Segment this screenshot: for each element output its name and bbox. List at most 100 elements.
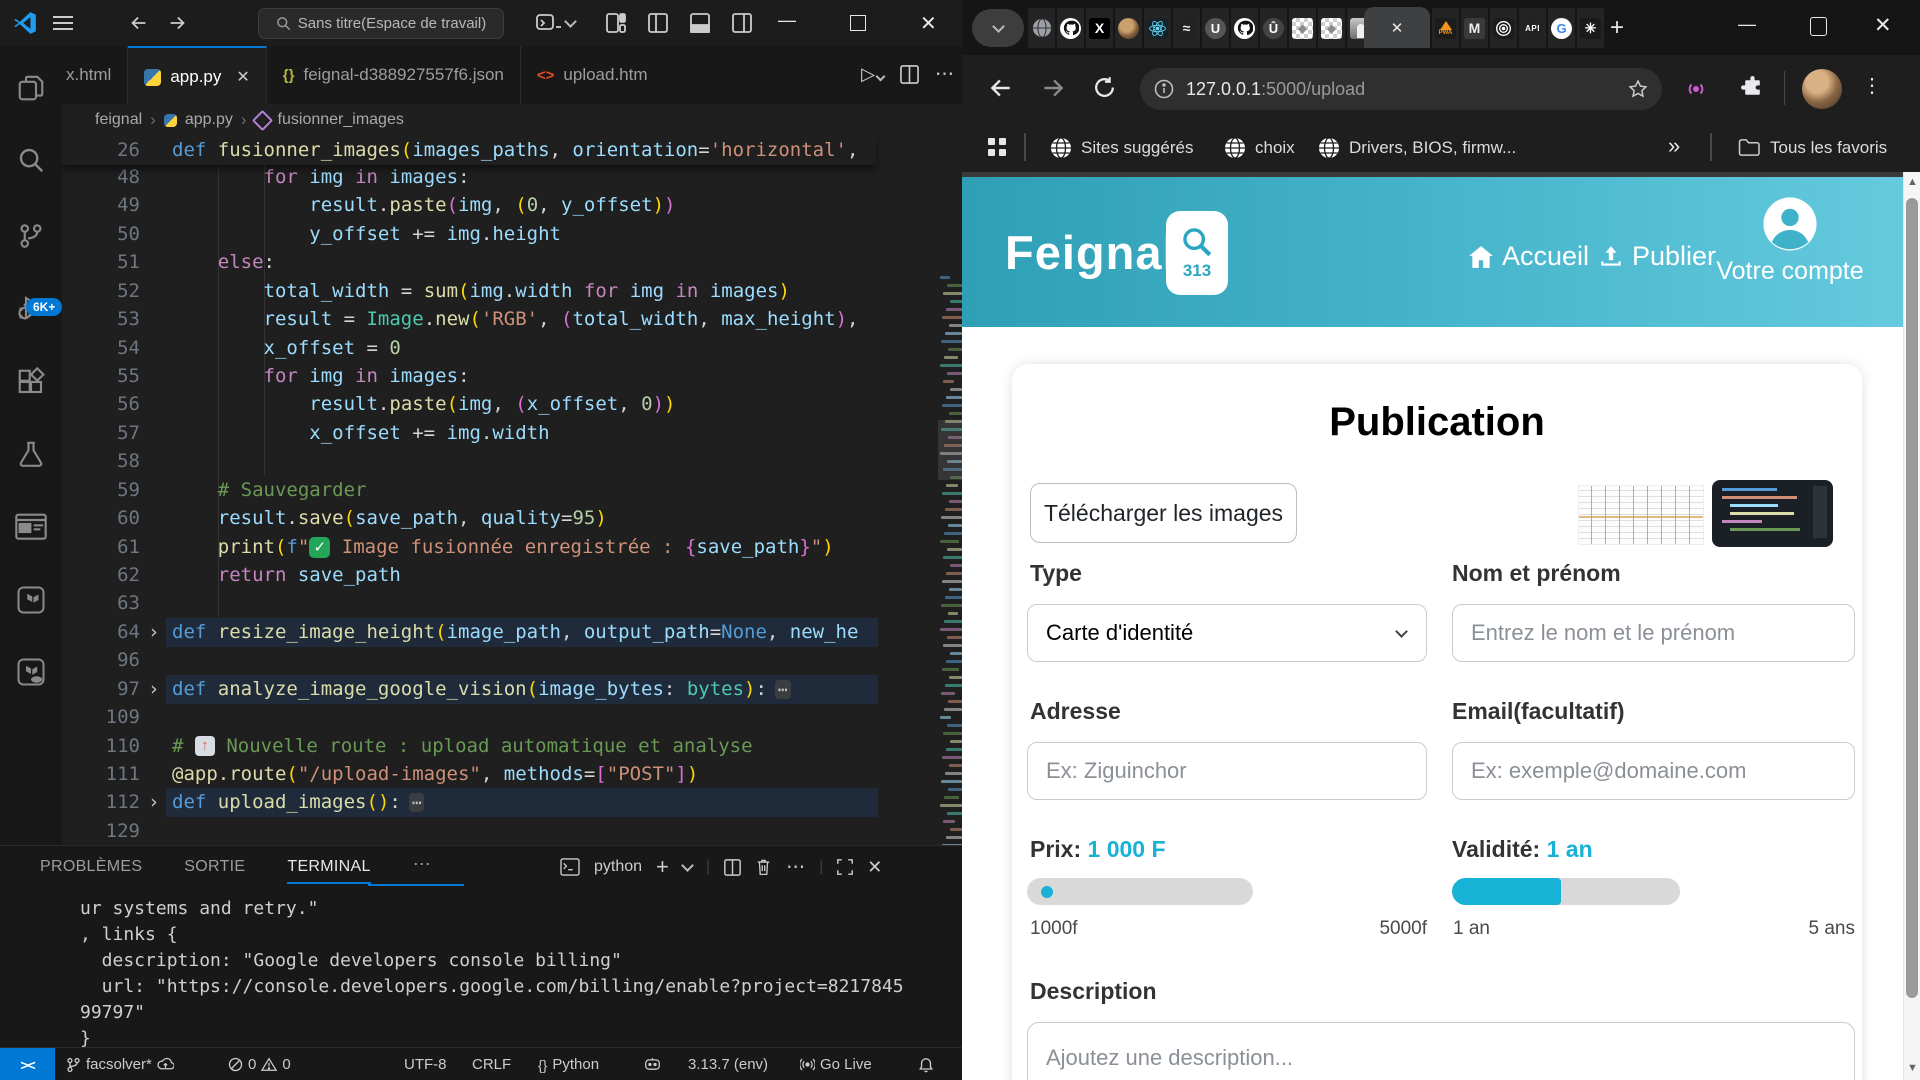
price-slider[interactable]: [1027, 878, 1253, 905]
split-editor-icon[interactable]: [900, 65, 919, 84]
new-tab-button[interactable]: +: [1610, 14, 1624, 42]
minimap[interactable]: [938, 272, 962, 845]
code-line-51[interactable]: 51 else:: [62, 248, 876, 277]
menu-hamburger-icon[interactable]: [52, 13, 74, 33]
validity-slider[interactable]: [1452, 878, 1680, 905]
code-line-53[interactable]: 53 result = Image.new('RGB', (total_widt…: [62, 305, 876, 334]
breadcrumb[interactable]: feignal › app.py › fusionner_images: [62, 104, 962, 136]
panel-more-tabs-icon[interactable]: ⋯: [413, 854, 431, 884]
code-line-60[interactable]: 60 result.save(save_path, quality=95): [62, 504, 876, 533]
extensions-icon[interactable]: [0, 358, 62, 406]
back-icon[interactable]: [988, 75, 1014, 101]
search-icon[interactable]: [0, 136, 62, 184]
tab-html-file[interactable]: x.html: [62, 46, 128, 104]
browser-menu-icon[interactable]: ⋮: [1862, 73, 1882, 98]
site-info-icon[interactable]: [1154, 79, 1174, 99]
explorer-icon[interactable]: [0, 64, 62, 112]
minimap-slider[interactable]: [938, 420, 962, 480]
encoding-status[interactable]: UTF-8: [404, 1048, 447, 1080]
window-close-button[interactable]: ✕: [1874, 13, 1892, 38]
window-maximize-button[interactable]: [850, 15, 866, 31]
history-back-icon[interactable]: [128, 12, 150, 34]
fold-chevron-icon[interactable]: ›: [148, 788, 159, 817]
problems-status[interactable]: 0 0: [228, 1048, 291, 1080]
m-favicon[interactable]: M: [1461, 8, 1488, 48]
name-input[interactable]: Entrez le nom et le prénom: [1452, 604, 1855, 662]
tab-search-button[interactable]: [972, 9, 1024, 47]
account-widget[interactable]: Votre compte: [1710, 195, 1870, 286]
eol-status[interactable]: CRLF: [472, 1048, 511, 1080]
code-line-55[interactable]: 55 for img in images:: [62, 362, 876, 391]
tab-close-icon[interactable]: ✕: [1391, 19, 1404, 37]
remote-indicator[interactable]: ><: [0, 1048, 55, 1080]
broadcast-extension-icon[interactable]: [1684, 77, 1708, 101]
language-status[interactable]: {} Python: [538, 1048, 599, 1080]
x-favicon[interactable]: X: [1086, 8, 1113, 48]
bookmark-sites-suggeres[interactable]: Sites suggérés: [1050, 123, 1193, 172]
all-bookmarks-folder[interactable]: Tous les favoris: [1738, 123, 1887, 172]
tab-problems[interactable]: PROBLÈMES: [40, 858, 142, 884]
site-brand[interactable]: Feignal: [1005, 225, 1177, 280]
copilot-icon[interactable]: [536, 12, 575, 34]
tab-output[interactable]: SORTIE: [184, 858, 245, 884]
window-minimize-button[interactable]: —: [778, 10, 796, 31]
globe-favicon[interactable]: [1028, 8, 1055, 48]
forward-icon[interactable]: [1040, 75, 1066, 101]
code-editor[interactable]: 48 for img in images:49 result.paste(img…: [62, 136, 962, 845]
code-line-129[interactable]: 129: [62, 817, 876, 845]
checker-favicon-2[interactable]: ◆: [1318, 8, 1345, 48]
notifications-bell-icon[interactable]: [918, 1048, 934, 1080]
fold-chevron-icon[interactable]: ›: [148, 618, 159, 647]
apps-grid-icon[interactable]: [986, 136, 1008, 158]
address-input[interactable]: Ex: Ziguinchor: [1027, 742, 1427, 800]
maximize-panel-icon[interactable]: [837, 859, 853, 875]
react-favicon[interactable]: [1144, 8, 1171, 48]
testing-flask-icon[interactable]: [0, 430, 62, 478]
bookmark-star-icon[interactable]: [1628, 79, 1648, 99]
toggle-sidebar-icon[interactable]: [648, 13, 668, 33]
editor-more-actions-icon[interactable]: ⋯: [935, 63, 954, 86]
window-close-button[interactable]: ✕: [920, 11, 937, 36]
code-line-62[interactable]: 62 return save_path: [62, 561, 876, 590]
phoenix-pwa-favicon[interactable]: PWA: [1432, 8, 1459, 48]
google-favicon[interactable]: G: [1548, 8, 1575, 48]
email-input[interactable]: Ex: exemple@domaine.com: [1452, 742, 1855, 800]
code-line-56[interactable]: 56 result.paste(img, (x_offset, 0)): [62, 390, 876, 419]
bookmark-drivers-bios[interactable]: Drivers, BIOS, firmw...: [1318, 123, 1516, 172]
upload-images-button[interactable]: Télécharger les images: [1030, 483, 1297, 543]
page-scrollbar[interactable]: ▲ ▼: [1903, 172, 1920, 1080]
tab-close-icon[interactable]: ✕: [236, 67, 249, 87]
close-panel-icon[interactable]: ✕: [867, 857, 882, 878]
terminal-shell-label[interactable]: python: [594, 858, 642, 876]
tab-feignal-json[interactable]: {} feignal-d388927557f6.json: [267, 46, 521, 104]
code-line-52[interactable]: 52 total_width = sum(img.width for img i…: [62, 277, 876, 306]
code-line-97[interactable]: 97›def analyze_image_google_vision(image…: [62, 675, 876, 704]
bookmark-choix[interactable]: choix: [1224, 123, 1295, 172]
terraform-cloud-icon[interactable]: [0, 648, 62, 696]
sticky-scroll-line[interactable]: 26def fusionner_images(images_paths, ori…: [62, 136, 876, 165]
extensions-puzzle-icon[interactable]: [1740, 75, 1765, 100]
bookmarks-overflow-icon[interactable]: »: [1668, 133, 1680, 159]
github-favicon-2[interactable]: [1231, 8, 1258, 48]
kill-terminal-trash-icon[interactable]: [755, 858, 772, 876]
tab-app-py[interactable]: app.py ✕: [128, 46, 266, 106]
openai-favicon[interactable]: ✳: [1577, 8, 1604, 48]
fold-chevron-icon[interactable]: ›: [148, 675, 159, 704]
code-line-58[interactable]: 58: [62, 447, 876, 476]
description-textarea[interactable]: Ajoutez une description...: [1027, 1022, 1855, 1080]
nav-publier[interactable]: Publier: [1598, 241, 1716, 272]
code-line-109[interactable]: 109: [62, 703, 876, 732]
history-forward-icon[interactable]: [166, 12, 188, 34]
address-bar[interactable]: 127.0.0.1:5000/upload: [1140, 68, 1662, 110]
profile-avatar[interactable]: [1802, 69, 1842, 109]
tab-upload-html[interactable]: <> upload.htm: [521, 46, 664, 104]
toggle-secondary-sidebar-icon[interactable]: [732, 13, 752, 33]
python-env-status[interactable]: 3.13.7 (env): [688, 1048, 768, 1080]
live-preview-icon[interactable]: [0, 504, 62, 552]
type-select[interactable]: Carte d'identité: [1027, 604, 1427, 662]
nav-accueil[interactable]: Accueil: [1468, 241, 1589, 272]
code-line-111[interactable]: 111@app.route("/upload-images", methods=…: [62, 760, 876, 789]
code-line-57[interactable]: 57 x_offset += img.width: [62, 419, 876, 448]
wave-favicon[interactable]: ≈: [1173, 8, 1200, 48]
price-slider-thumb[interactable]: [1041, 886, 1053, 898]
